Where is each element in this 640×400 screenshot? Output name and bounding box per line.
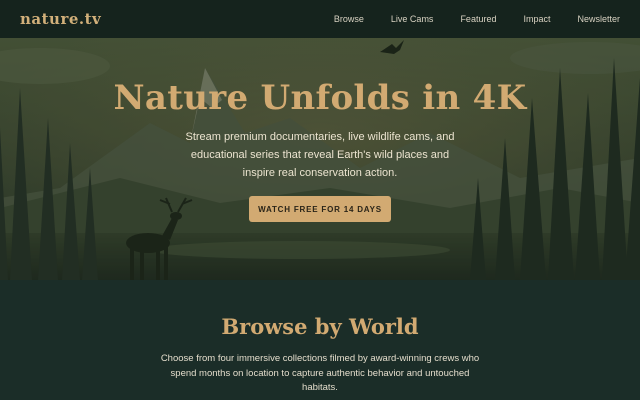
hero-title: Nature Unfolds in 4K (113, 78, 527, 118)
nav-live-cams[interactable]: Live Cams (391, 14, 434, 24)
browse-title: Browse by World (221, 314, 419, 339)
browse-description: Choose from four immersive collections f… (160, 353, 480, 393)
page: nature.tv Browse Live Cams Featured Impa… (0, 0, 640, 400)
browse-section: Browse by World Choose from four immersi… (0, 280, 640, 400)
main-nav: Browse Live Cams Featured Impact Newslet… (307, 14, 620, 24)
nav-impact[interactable]: Impact (523, 14, 550, 24)
site-header: nature.tv Browse Live Cams Featured Impa… (0, 0, 640, 38)
site-logo[interactable]: nature.tv (20, 10, 101, 28)
nav-browse[interactable]: Browse (334, 14, 364, 24)
hero-content: Nature Unfolds in 4K Stream premium docu… (0, 38, 640, 280)
hero-section: Nature Unfolds in 4K Stream premium docu… (0, 38, 640, 280)
nav-newsletter[interactable]: Newsletter (577, 14, 620, 24)
watch-free-button[interactable]: WATCH FREE FOR 14 DAYS (249, 196, 391, 222)
hero-subtitle: Stream premium documentaries, live wildl… (185, 131, 455, 179)
nav-featured[interactable]: Featured (460, 14, 496, 24)
